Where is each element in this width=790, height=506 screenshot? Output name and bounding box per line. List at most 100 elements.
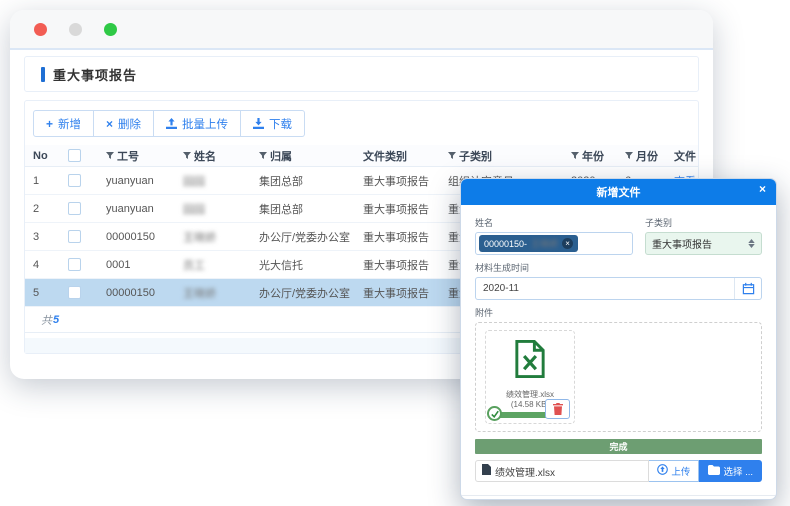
col-file-category: 文件类别 (363, 148, 448, 164)
row-org: 集团总部 (259, 201, 363, 217)
name-tag-person: 王晓娇 (531, 237, 558, 250)
dialog-title: 新增文件 (597, 184, 641, 200)
name-tag-prefix: 00000150- (484, 239, 527, 249)
date-value: 2020-11 (476, 283, 734, 294)
name-field-label: 姓名 (475, 216, 633, 229)
screen: 重大事项报告 + 新增 × 删除 批量上传 下载 (0, 0, 790, 506)
attachment-label: 附件 (475, 306, 762, 319)
row-checkbox[interactable] (68, 202, 81, 215)
upload-tray-icon (166, 118, 177, 129)
row-category: 重大事项报告 (363, 229, 448, 245)
window-titlebar (10, 10, 713, 50)
col-employee-id[interactable]: 工号 (106, 148, 183, 164)
table-header-row: No 工号 姓名 归属 文件类别 子类别 年份 月份 文件 (25, 145, 698, 167)
row-name: 王晓娇 (183, 285, 259, 301)
add-button[interactable]: + 新增 (33, 110, 94, 137)
row-no: 1 (33, 175, 68, 187)
choose-file-button[interactable]: 选择 ... (699, 460, 762, 482)
dialog-header: 新增文件 × (461, 179, 776, 205)
row-category: 重大事项报告 (363, 201, 448, 217)
progress-label: 完成 (609, 440, 627, 453)
row-name: 园园 (183, 201, 259, 217)
name-input[interactable]: 00000150- 王晓娇 × (475, 232, 633, 255)
row-org: 集团总部 (259, 173, 363, 189)
batch-upload-button-label: 批量上传 (182, 116, 228, 132)
calendar-icon[interactable] (734, 278, 761, 299)
delete-file-button[interactable] (545, 399, 570, 419)
col-file: 文件 (674, 148, 698, 164)
dialog-footer: 确定 取消 (475, 496, 762, 500)
row-name: 王晓娇 (183, 229, 259, 245)
file-icon (482, 464, 491, 478)
page-title-bar: 重大事项报告 (24, 56, 699, 92)
remove-tag-icon[interactable]: × (562, 238, 573, 249)
close-window-button[interactable] (34, 23, 47, 36)
subcategory-value: 重大事项报告 (652, 236, 712, 251)
total-prefix: 共 (41, 312, 52, 328)
file-picker-row: 绩效管理.xlsx 上传 选择 ... (475, 460, 762, 482)
circle-up-arrow-icon (657, 464, 668, 478)
row-employee-id: 0001 (106, 259, 183, 271)
row-employee-id: 00000150 (106, 287, 183, 299)
col-subcategory[interactable]: 子类别 (448, 148, 571, 164)
page-title: 重大事项报告 (53, 65, 137, 84)
excel-file-icon (486, 340, 574, 383)
attachment-dropzone[interactable]: 绩效管理.xlsx (14.58 KB) (475, 322, 762, 432)
add-button-label: 新增 (58, 116, 81, 132)
filter-icon[interactable] (183, 152, 191, 160)
new-file-dialog: 新增文件 × 姓名 00000150-王晓娇 × 子类别 重 (460, 178, 777, 500)
folder-icon (708, 465, 720, 478)
row-name: 员工 (183, 257, 259, 273)
download-tray-icon (253, 118, 264, 129)
plus-icon: + (46, 118, 53, 130)
row-employee-id: yuanyuan (106, 175, 183, 187)
select-all-checkbox[interactable] (68, 149, 81, 162)
filter-icon[interactable] (571, 152, 579, 160)
filter-icon[interactable] (259, 152, 267, 160)
delete-button-label: 删除 (118, 116, 141, 132)
minimize-window-button[interactable] (69, 23, 82, 36)
col-year[interactable]: 年份 (571, 148, 625, 164)
row-employee-id: 00000150 (106, 231, 183, 243)
dialog-body: 姓名 00000150-王晓娇 × 子类别 重大事项报告 (461, 205, 776, 500)
file-input-value: 绩效管理.xlsx (495, 464, 555, 479)
row-org: 光大信托 (259, 257, 363, 273)
row-no: 5 (33, 287, 68, 299)
download-button-label: 下载 (269, 116, 292, 132)
col-select-all (68, 149, 106, 162)
chevron-up-down-icon (748, 239, 755, 248)
date-input[interactable]: 2020-11 (475, 277, 762, 300)
row-no: 2 (33, 203, 68, 215)
row-no: 4 (33, 259, 68, 271)
filter-icon[interactable] (625, 152, 633, 160)
download-button[interactable]: 下载 (241, 110, 305, 137)
row-name: 园园 (183, 173, 259, 189)
maximize-window-button[interactable] (104, 23, 117, 36)
row-checkbox[interactable] (68, 230, 81, 243)
upload-button[interactable]: 上传 (649, 460, 699, 482)
row-org: 办公厅/党委办公室 (259, 229, 363, 245)
col-month[interactable]: 月份 (625, 148, 674, 164)
col-org[interactable]: 归属 (259, 148, 363, 164)
row-employee-id: yuanyuan (106, 203, 183, 215)
close-icon[interactable]: × (759, 183, 766, 195)
col-name[interactable]: 姓名 (183, 148, 259, 164)
name-tag: 00000150- 王晓娇 × (479, 235, 578, 252)
delete-button[interactable]: × 删除 (94, 110, 154, 137)
row-checkbox[interactable] (68, 258, 81, 271)
filter-icon[interactable] (448, 152, 456, 160)
date-field-label: 材料生成时间 (475, 261, 762, 274)
subcategory-select[interactable]: 重大事项报告 (645, 232, 762, 255)
filter-icon[interactable] (106, 152, 114, 160)
row-no: 3 (33, 231, 68, 243)
file-input[interactable]: 绩效管理.xlsx (475, 460, 649, 482)
row-org: 办公厅/党委办公室 (259, 285, 363, 301)
batch-upload-button[interactable]: 批量上传 (154, 110, 241, 137)
col-no: No (33, 150, 68, 162)
check-icon (487, 406, 502, 421)
row-checkbox[interactable] (68, 174, 81, 187)
row-category: 重大事项报告 (363, 257, 448, 273)
row-checkbox[interactable] (68, 286, 81, 299)
row-category: 重大事项报告 (363, 173, 448, 189)
uploaded-file-card[interactable]: 绩效管理.xlsx (14.58 KB) (485, 330, 575, 424)
